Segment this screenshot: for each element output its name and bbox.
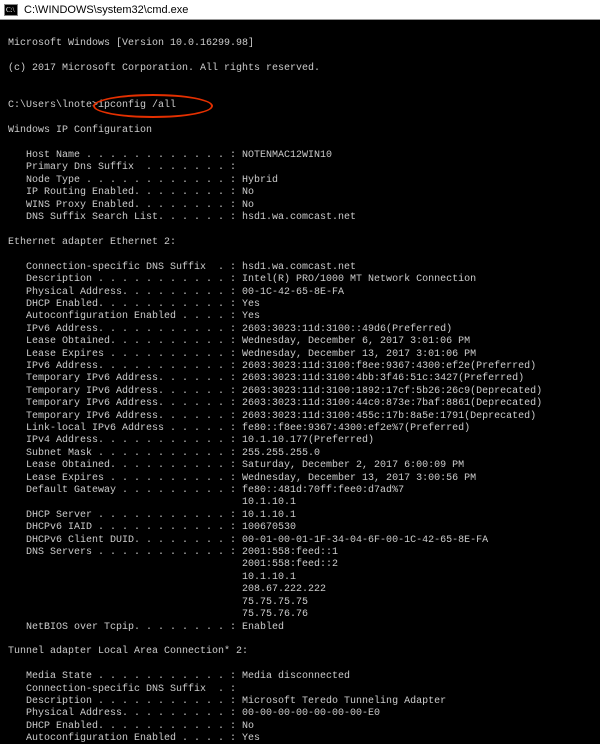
svg-text:C:\: C:\: [6, 6, 15, 14]
titlebar[interactable]: C:\ C:\WINDOWS\system32\cmd.exe: [0, 0, 600, 20]
section-header: Windows IP Configuration: [8, 125, 152, 136]
banner-line: (c) 2017 Microsoft Corporation. All righ…: [8, 63, 592, 75]
section-header: Ethernet adapter Ethernet 2:: [8, 237, 176, 248]
prompt-command: ipconfig /all: [98, 100, 176, 111]
tun-block: Media State . . . . . . . . . . . : Medi…: [8, 671, 446, 744]
prompt-path: C:\Users\lnote>: [8, 100, 98, 111]
eth-block: Connection-specific DNS Suffix . : hsd1.…: [8, 262, 542, 633]
window-title: C:\WINDOWS\system32\cmd.exe: [24, 4, 596, 16]
terminal-output[interactable]: Microsoft Windows [Version 10.0.16299.98…: [0, 20, 600, 744]
section-header: Tunnel adapter Local Area Connection* 2:: [8, 646, 248, 657]
prompt-line: C:\Users\lnote>ipconfig /all: [8, 100, 176, 112]
banner-line: Microsoft Windows [Version 10.0.16299.98…: [8, 38, 592, 50]
winip-block: Host Name . . . . . . . . . . . . : NOTE…: [8, 150, 356, 223]
cmd-window: C:\ C:\WINDOWS\system32\cmd.exe Microsof…: [0, 0, 600, 744]
cmd-icon: C:\: [4, 3, 18, 17]
